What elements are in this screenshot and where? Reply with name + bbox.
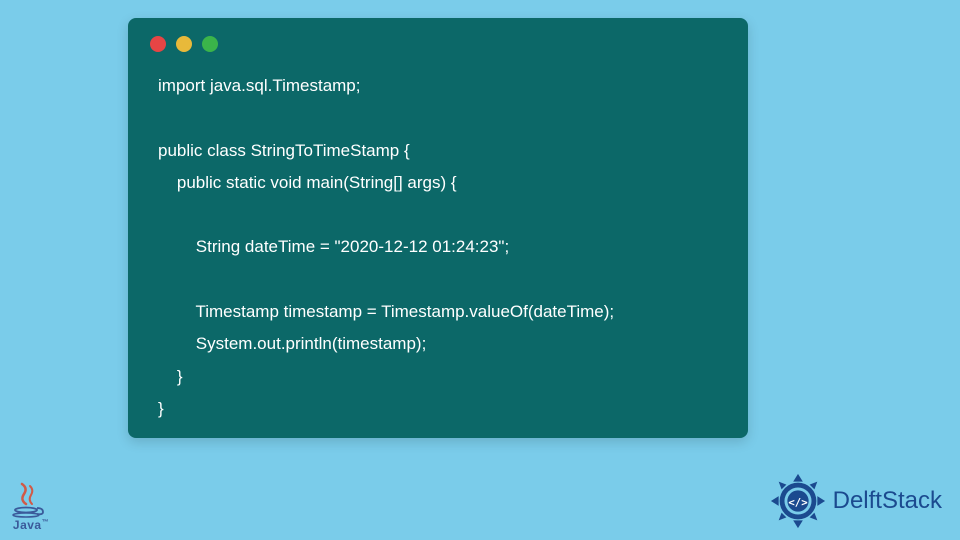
minimize-icon: [176, 36, 192, 52]
delftstack-gear-icon: </>: [769, 472, 827, 530]
svg-text:</>: </>: [788, 496, 807, 509]
code-window: import java.sql.Timestamp; public class …: [128, 18, 748, 438]
delftstack-label: DelftStack: [833, 487, 942, 515]
maximize-icon: [202, 36, 218, 52]
traffic-lights: [128, 18, 748, 64]
delftstack-logo: </> DelftStack: [769, 472, 942, 530]
java-label: Java™: [8, 518, 54, 532]
code-block: import java.sql.Timestamp; public class …: [128, 64, 748, 445]
close-icon: [150, 36, 166, 52]
java-logo: Java™: [8, 482, 54, 532]
java-cup-icon: [8, 482, 48, 518]
